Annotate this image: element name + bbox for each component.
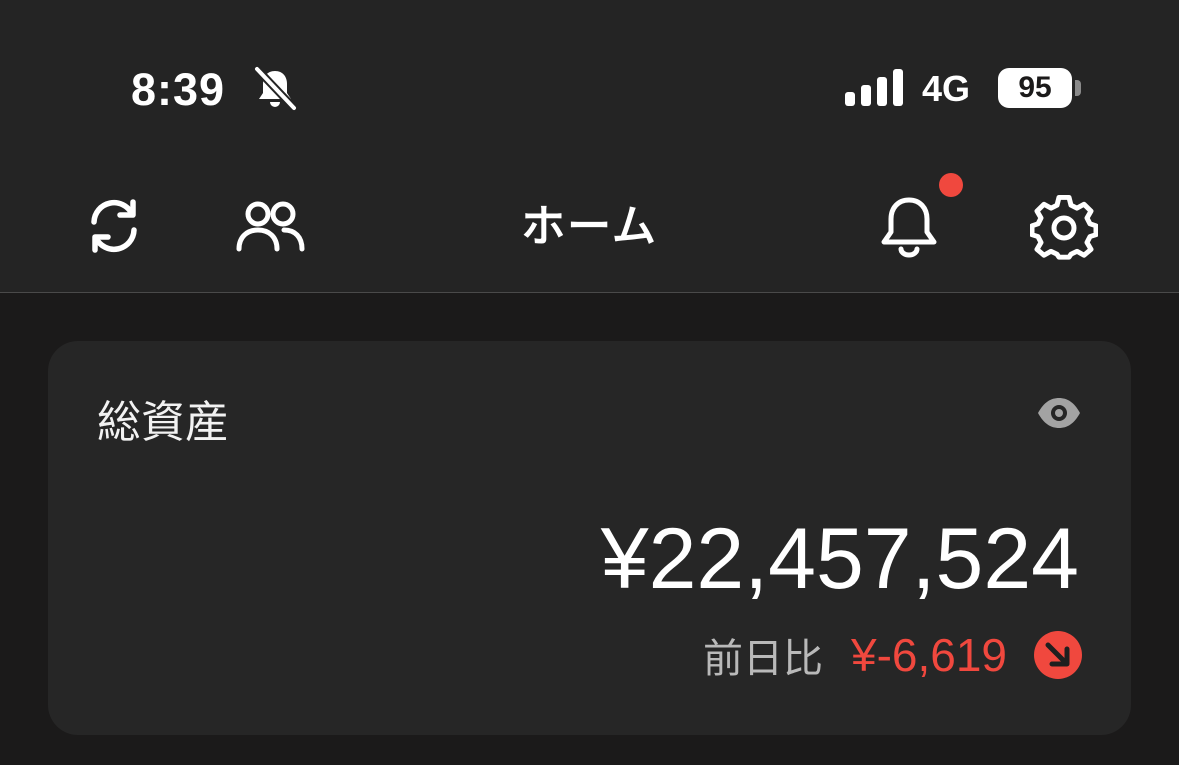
bell-icon[interactable] bbox=[878, 194, 940, 258]
status-time: 8:39 bbox=[131, 64, 226, 115]
card-title: 総資産 bbox=[97, 397, 229, 448]
daily-change-row: 前日比 ¥-6,619 bbox=[703, 626, 1083, 684]
battery-cap bbox=[1075, 80, 1081, 96]
battery-indicator: 95 bbox=[998, 68, 1072, 108]
daily-change-label: 前日比 bbox=[702, 636, 823, 682]
total-assets-card[interactable]: 総資産 ¥22,457,524 前日比 ¥-6,619 bbox=[48, 341, 1131, 735]
top-bar: 8:39 4G 95 ホーム bbox=[0, 0, 1179, 293]
daily-change-value: ¥-6,619 bbox=[850, 629, 1007, 681]
eye-icon[interactable] bbox=[1036, 395, 1082, 431]
network-type: 4G bbox=[922, 68, 971, 109]
arrow-down-right-icon bbox=[1034, 631, 1082, 679]
total-assets-amount: ¥22,457,524 bbox=[600, 511, 1079, 607]
notification-badge bbox=[939, 173, 963, 197]
gear-icon[interactable] bbox=[1030, 194, 1098, 262]
page-title: ホーム bbox=[521, 201, 658, 252]
bell-slash-icon bbox=[253, 66, 298, 112]
signal-bars-icon bbox=[845, 69, 903, 106]
